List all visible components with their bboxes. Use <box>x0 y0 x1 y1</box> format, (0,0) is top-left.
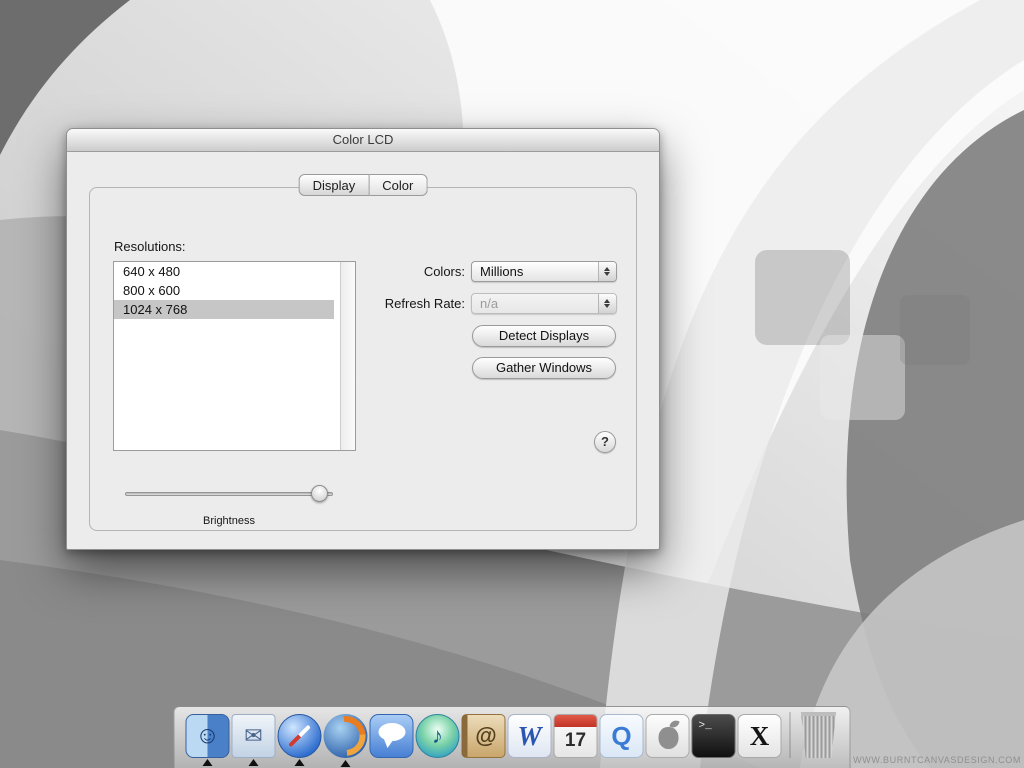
brightness-slider-knob[interactable] <box>311 485 328 502</box>
ical-calendar-icon: 17 <box>564 729 587 751</box>
colors-popup[interactable]: Millions <box>471 261 617 282</box>
dock-icon-address-book[interactable]: @ <box>461 714 506 758</box>
address-book-icon: @ <box>475 723 497 748</box>
running-indicator <box>202 759 213 766</box>
running-indicator <box>248 759 259 766</box>
dock-icon-word[interactable]: W <box>507 714 552 758</box>
finder-icon: ☺ <box>195 722 220 749</box>
refresh-rate-label: Refresh Rate: <box>384 296 465 311</box>
dock-icon-terminal[interactable]: >_ <box>691 714 736 758</box>
colors-label: Colors: <box>423 264 465 279</box>
desktop: Color LCD Display Color Resolutions: 640… <box>0 0 1024 768</box>
gather-windows-button[interactable]: Gather Windows <box>472 357 616 379</box>
dock-icon-finder[interactable]: ☺ <box>185 714 230 766</box>
dock-icon-ichat[interactable] <box>369 714 414 758</box>
dock-icon-firefox[interactable] <box>323 714 368 767</box>
mail-icon: ✉ <box>244 723 263 748</box>
running-indicator <box>340 760 351 767</box>
brightness-slider-track[interactable] <box>125 492 333 496</box>
tab-color[interactable]: Color <box>369 174 428 196</box>
x11-icon: X <box>749 720 770 751</box>
help-button[interactable]: ? <box>594 431 616 453</box>
window-title: Color LCD <box>332 132 394 147</box>
quicktime-icon: Q <box>611 720 632 751</box>
safari-compass-icon <box>279 715 321 757</box>
refresh-rate-popup: n/a <box>471 293 617 314</box>
resolution-item-selected[interactable]: 1024 x 768 <box>114 300 334 319</box>
dock-icon-apple[interactable] <box>645 714 690 758</box>
tab-display[interactable]: Display <box>298 174 370 196</box>
window-titlebar[interactable]: Color LCD <box>67 129 659 152</box>
trash-icon <box>801 716 836 758</box>
dock-icon-mail[interactable]: ✉ <box>231 714 276 766</box>
dock-icon-ical[interactable]: 17 <box>553 714 598 758</box>
resolutions-list[interactable]: 640 x 480 800 x 600 1024 x 768 <box>113 261 356 451</box>
displays-preferences-window: Color LCD Display Color Resolutions: 640… <box>66 128 660 550</box>
window-content: Display Color Resolutions: 640 x 480 800… <box>67 151 659 549</box>
dock-icon-quicktime[interactable]: Q <box>599 714 644 758</box>
dock-separator <box>789 712 791 758</box>
resolution-item[interactable]: 800 x 600 <box>114 281 334 300</box>
word-icon: W <box>517 720 542 751</box>
dock-icon-x11[interactable]: X <box>737 714 782 758</box>
resolutions-label: Resolutions: <box>114 239 186 254</box>
brightness-label: Brightness <box>203 515 255 527</box>
firefox-icon <box>324 714 368 758</box>
list-scrollbar[interactable] <box>340 262 355 450</box>
detect-displays-button[interactable]: Detect Displays <box>472 325 616 347</box>
running-indicator <box>294 759 305 766</box>
dock: ☺ ✉ ♪ @ W 17 Q >_ X <box>173 706 851 768</box>
popup-stepper-icon <box>598 294 616 313</box>
terminal-icon: >_ <box>698 720 712 732</box>
resolution-item[interactable]: 640 x 480 <box>114 262 334 281</box>
popup-stepper-icon <box>598 262 616 281</box>
tab-bar: Display Color <box>298 174 428 196</box>
apple-logo-icon <box>647 715 689 757</box>
itunes-note-icon: ♪ <box>432 723 443 748</box>
ichat-bubble-icon <box>371 715 413 757</box>
watermark: WWW.BURNTCANVASDESIGN.COM <box>853 755 1021 765</box>
dock-icon-trash[interactable] <box>800 712 837 758</box>
colors-popup-value: Millions <box>480 264 524 279</box>
brightness-slider[interactable] <box>125 481 335 507</box>
refresh-rate-popup-value: n/a <box>480 296 499 311</box>
dock-icon-safari[interactable] <box>277 714 322 766</box>
dock-icon-itunes[interactable]: ♪ <box>415 714 460 758</box>
